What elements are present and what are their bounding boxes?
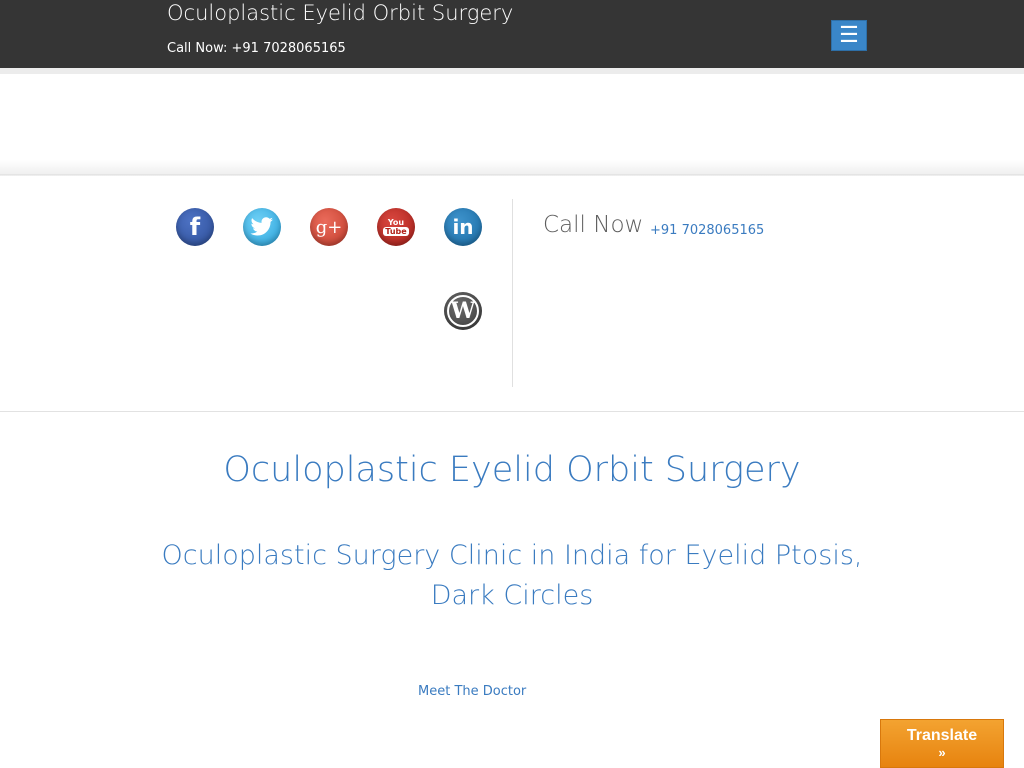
call-now-phone-link[interactable]: +91 7028065165 — [650, 223, 764, 238]
linkedin-glyph: in — [452, 215, 474, 239]
google-plus-icon[interactable]: g+ — [310, 208, 348, 246]
meet-the-doctor-link[interactable]: Meet The Doctor — [418, 684, 526, 699]
facebook-icon[interactable]: f — [176, 208, 214, 246]
vertical-divider — [512, 199, 513, 387]
hamburger-menu-icon[interactable]: ☰ — [831, 20, 867, 51]
top-header-bar: Oculoplastic Eyelid Orbit Surgery Call N… — [0, 0, 1024, 68]
twitter-icon[interactable] — [243, 208, 281, 246]
header-divider-strip — [0, 68, 1024, 74]
site-title[interactable]: Oculoplastic Eyelid Orbit Surgery — [167, 1, 513, 25]
page-subtitle: Oculoplastic Surgery Clinic in India for… — [161, 540, 863, 611]
header-call-now[interactable]: Call Now: +91 7028065165 — [167, 41, 346, 56]
translate-arrow-icon: » — [938, 745, 946, 760]
wordpress-glyph: W — [450, 298, 476, 324]
facebook-glyph: f — [189, 213, 201, 241]
page-title: Oculoplastic Eyelid Orbit Surgery — [223, 450, 801, 490]
call-now-label: Call Now — [543, 212, 644, 238]
twitter-bird-glyph — [250, 217, 273, 236]
translate-label: Translate — [906, 727, 978, 744]
wordpress-icon[interactable]: W — [444, 292, 482, 330]
translate-button[interactable]: Translate » — [880, 719, 1004, 768]
youtube-you-text: You — [387, 218, 405, 227]
linkedin-icon[interactable]: in — [444, 208, 482, 246]
wordpress-ring: W — [447, 295, 479, 327]
youtube-tube-text: Tube — [383, 227, 409, 236]
youtube-icon[interactable]: You Tube — [377, 208, 415, 246]
google-plus-glyph: g+ — [315, 216, 343, 238]
